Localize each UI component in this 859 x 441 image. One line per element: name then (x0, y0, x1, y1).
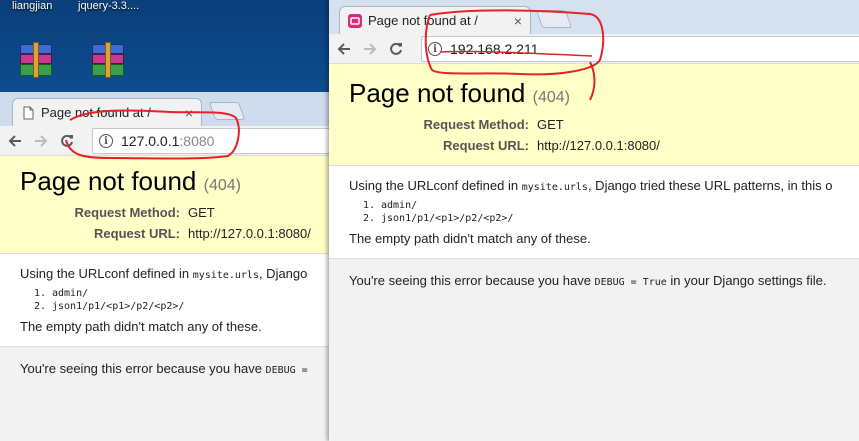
debug-explanation: You're seeing this error because you hav… (0, 347, 330, 390)
url-patterns-list: admin/ json1/p1/<p1>/p2/<p2>/ (381, 199, 839, 225)
document-icon (21, 105, 35, 121)
address-bar[interactable]: i 192.168.2.211 (421, 36, 859, 62)
page-title: Page not found (404) (349, 78, 839, 109)
url-port: :8080 (179, 133, 215, 149)
empty-path-message: The empty path didn't match any of these… (349, 231, 591, 246)
error-summary: Page not found (404) Request Method: GET… (0, 156, 330, 254)
browser-window-back: Page not found at / × i 127.0.0.1:8080 P… (0, 92, 330, 441)
browser-window-front: Page not found at / × i 192.168.2.211 Pa… (329, 0, 859, 441)
info-icon[interactable]: i (99, 134, 113, 148)
info-icon[interactable]: i (428, 42, 442, 56)
app-favicon-icon (348, 13, 362, 29)
debug-explanation: You're seeing this error because you hav… (329, 259, 859, 302)
request-method-value: GET (188, 205, 215, 220)
url-host: 192.168.2.211 (450, 41, 539, 57)
page-title-text: Page not found (349, 78, 526, 108)
debug-setting: DEBUG = (265, 365, 308, 376)
forward-arrow-icon[interactable] (30, 130, 52, 152)
forward-arrow-icon[interactable] (359, 38, 381, 60)
tab-strip: Page not found at / × (0, 92, 330, 126)
winrar-icon[interactable] (88, 40, 128, 80)
urlconf-text: Using the URLconf defined in mysite.urls… (349, 178, 833, 193)
close-icon[interactable]: × (185, 105, 193, 121)
request-method-label: Request Method: (74, 205, 180, 220)
tab-page-not-found[interactable]: Page not found at / × (12, 98, 202, 126)
tab-title: Page not found at / (41, 105, 151, 120)
urlconf-module: mysite.urls (521, 182, 588, 193)
page-title-text: Page not found (20, 166, 197, 196)
url-patterns-list: admin/ json1/p1/<p1>/p2/<p2>/ (52, 287, 310, 313)
urlconf-module: mysite.urls (192, 270, 259, 281)
urlconf-text: Using the URLconf defined in mysite.urls… (20, 266, 308, 281)
request-method-label: Request Method: (423, 117, 529, 132)
list-item: json1/p1/<p1>/p2/<p2>/ (52, 300, 310, 313)
request-url-value: http://127.0.0.1:8080/ (537, 138, 660, 153)
debug-setting: DEBUG = True (594, 277, 667, 288)
request-url-label: Request URL: (443, 138, 529, 153)
address-bar[interactable]: i 127.0.0.1:8080 (92, 128, 330, 154)
empty-path-message: The empty path didn't match any of these… (20, 319, 262, 334)
reload-icon[interactable] (385, 38, 407, 60)
url-patterns-info: Using the URLconf defined in mysite.urls… (329, 166, 859, 259)
request-method-value: GET (537, 117, 564, 132)
toolbar: i 192.168.2.211 (329, 34, 859, 64)
url-patterns-info: Using the URLconf defined in mysite.urls… (0, 254, 330, 347)
desktop-label: liangjian (12, 0, 53, 12)
request-meta: Request Method: GET Request URL: http://… (349, 117, 839, 153)
new-tab-button[interactable] (535, 10, 573, 28)
list-item: json1/p1/<p1>/p2/<p2>/ (381, 212, 839, 225)
toolbar: i 127.0.0.1:8080 (0, 126, 330, 156)
back-arrow-icon[interactable] (4, 130, 26, 152)
desktop-label: jquery-3.3.... (78, 0, 140, 12)
status-code: (404) (203, 177, 241, 194)
request-url-value: http://127.0.0.1:8080/ (188, 226, 311, 241)
new-tab-button[interactable] (208, 102, 246, 120)
url-host: 127.0.0.1 (121, 133, 180, 149)
request-url-label: Request URL: (94, 226, 180, 241)
request-meta: Request Method: GET Request URL: http://… (20, 205, 311, 241)
tab-page-not-found[interactable]: Page not found at / × (339, 6, 531, 34)
list-item: admin/ (52, 287, 310, 300)
error-summary: Page not found (404) Request Method: GET… (329, 64, 859, 166)
status-code: (404) (532, 89, 570, 106)
reload-icon[interactable] (56, 130, 78, 152)
tab-title: Page not found at / (368, 13, 478, 28)
close-icon[interactable]: × (514, 13, 522, 29)
page-title: Page not found (404) (20, 166, 310, 197)
winrar-icon[interactable] (16, 40, 56, 80)
back-arrow-icon[interactable] (333, 38, 355, 60)
tab-strip: Page not found at / × (329, 0, 859, 34)
list-item: admin/ (381, 199, 839, 212)
